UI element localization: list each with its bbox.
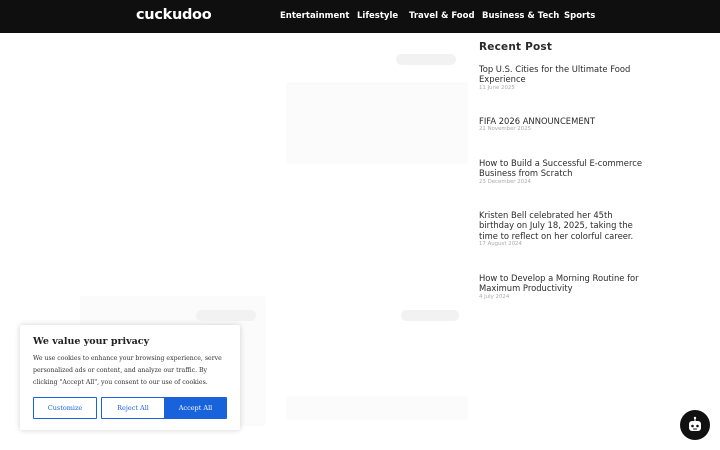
recent-post-item[interactable]: How to Develop a Morning Routine for Max… xyxy=(479,273,649,300)
post-date: 17 August 2024 xyxy=(479,241,522,248)
chat-bot-button[interactable] xyxy=(680,410,710,440)
category-badge-placeholder xyxy=(396,54,456,65)
recent-post-item[interactable]: Kristen Bell celebrated her 45th birthda… xyxy=(479,210,649,247)
recent-post-heading: Recent Post xyxy=(479,41,553,53)
nav-entertainment[interactable]: Entertainment xyxy=(280,11,349,21)
chat-bot-icon xyxy=(689,416,701,431)
recent-post-item[interactable]: How to Build a Successful E-commerce Bus… xyxy=(479,158,649,185)
reject-all-button[interactable]: Reject All xyxy=(101,397,165,419)
category-badge-placeholder xyxy=(196,310,256,321)
post-date: 23 December 2024 xyxy=(479,178,531,185)
recent-post-item[interactable]: Top U.S. Cities for the Ultimate Food Ex… xyxy=(479,64,649,91)
post-date: 11 June 2025 xyxy=(479,84,515,91)
site-header: cuckudoo Entertainment Lifestyle Travel … xyxy=(0,0,720,33)
post-title[interactable]: How to Build a Successful E-commerce Bus… xyxy=(479,158,649,179)
post-title[interactable]: FIFA 2026 ANNOUNCEMENT xyxy=(479,116,649,126)
post-date: 4 July 2024 xyxy=(479,293,510,300)
post-title[interactable]: Kristen Bell celebrated her 45th birthda… xyxy=(479,210,649,241)
nav-travel-food[interactable]: Travel & Food xyxy=(409,11,475,21)
nav-business-tech[interactable]: Business & Tech xyxy=(482,11,559,21)
site-logo[interactable]: cuckudoo xyxy=(136,7,212,23)
nav-lifestyle[interactable]: Lifestyle xyxy=(357,11,398,21)
recent-post-item[interactable]: FIFA 2026 ANNOUNCEMENT 21 November 2025 xyxy=(479,116,649,132)
category-badge-placeholder xyxy=(401,310,459,321)
accept-all-button[interactable]: Accept All xyxy=(164,397,227,419)
article-image-placeholder xyxy=(286,396,468,420)
cookie-title: We value your privacy xyxy=(33,336,150,347)
post-title[interactable]: How to Develop a Morning Routine for Max… xyxy=(479,273,649,294)
post-date: 21 November 2025 xyxy=(479,126,532,133)
article-image-placeholder xyxy=(286,82,468,164)
cookie-consent-banner: We value your privacy We use cookies to … xyxy=(20,325,240,430)
nav-sports[interactable]: Sports xyxy=(564,11,595,21)
post-title[interactable]: Top U.S. Cities for the Ultimate Food Ex… xyxy=(479,64,649,85)
customize-button[interactable]: Customize xyxy=(33,397,97,419)
cookie-description: We use cookies to enhance your browsing … xyxy=(33,355,222,386)
